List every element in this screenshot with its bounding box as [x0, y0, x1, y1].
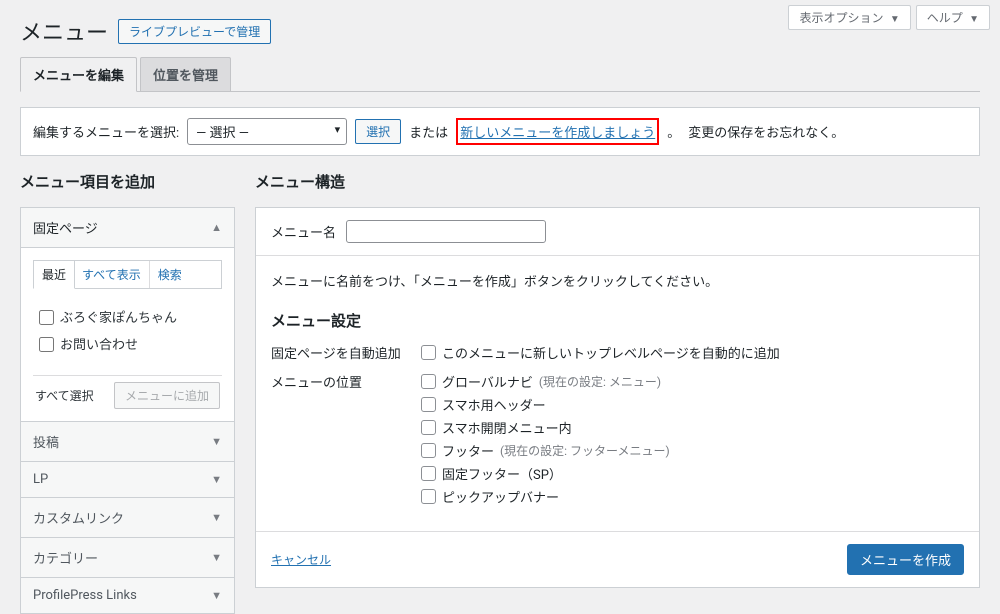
menu-select-value: — 選択 — [196, 126, 249, 141]
live-preview-button[interactable]: ライブプレビューで管理 [118, 19, 271, 44]
accordion-pages[interactable]: 固定ページ ▲ [21, 208, 234, 247]
accordion-category[interactable]: カテゴリー ▼ [21, 538, 234, 577]
auto-add-label: 固定ページを自動追加 [271, 343, 421, 362]
location-checkbox[interactable] [421, 489, 436, 504]
create-menu-button[interactable]: メニューを作成 [847, 544, 964, 575]
screen-options-button[interactable]: 表示オプション ▼ [788, 5, 910, 30]
chevron-down-icon: ▼ [969, 14, 979, 25]
or-text: または [409, 122, 448, 141]
location-checkbox-row[interactable]: グローバルナビ (現在の設定: メニュー) [421, 372, 670, 391]
save-hint: 変更の保存をお忘れなく。 [688, 122, 844, 141]
location-name: グローバルナビ [442, 372, 533, 391]
help-label: ヘルプ [927, 11, 963, 25]
page-checkbox-item[interactable]: お問い合わせ [39, 330, 222, 357]
accordion-posts[interactable]: 投稿 ▼ [21, 422, 234, 461]
auto-add-text: このメニューに新しいトップレベルページを自動的に追加 [442, 343, 780, 362]
create-hint-text: メニューに名前をつけ、「メニューを作成」ボタンをクリックしてください。 [271, 271, 964, 290]
page-checkbox[interactable] [39, 310, 54, 325]
page-checkbox[interactable] [39, 337, 54, 352]
cancel-link[interactable]: キャンセル [271, 551, 331, 568]
location-checkbox-row[interactable]: フッター (現在の設定: フッターメニュー) [421, 441, 670, 460]
chevron-down-icon: ▼ [211, 473, 222, 486]
location-checkbox-row[interactable]: 固定フッター（SP） [421, 464, 670, 483]
menu-settings-heading: メニュー設定 [271, 310, 964, 331]
auto-add-checkbox[interactable] [421, 345, 436, 360]
accordion-pages-label: 固定ページ [33, 218, 98, 237]
select-menu-label: 編集するメニューを選択: [33, 122, 179, 141]
tab-edit-menu[interactable]: メニューを編集 [20, 57, 137, 92]
location-checkbox-row[interactable]: ピックアップバナー [421, 487, 670, 506]
page-item-label: お問い合わせ [60, 334, 138, 353]
screen-options-label: 表示オプション [799, 11, 883, 25]
sidebar-heading: メニュー項目を追加 [20, 171, 235, 192]
menu-name-label: メニュー名 [271, 222, 336, 241]
pages-tab-search[interactable]: 検索 [150, 261, 190, 288]
select-all-link[interactable]: すべて選択 [35, 387, 94, 404]
location-name: 固定フッター（SP） [442, 464, 562, 483]
location-hint: (現在の設定: メニュー) [539, 373, 661, 390]
chevron-down-icon: ▼ [211, 589, 222, 602]
location-checkbox-row[interactable]: スマホ用ヘッダー [421, 395, 670, 414]
accordion-custom-link[interactable]: カスタムリンク ▼ [21, 498, 234, 537]
main-heading: メニュー構造 [255, 171, 980, 192]
location-name: フッター [442, 441, 494, 460]
accordion-custom-link-label: カスタムリンク [33, 508, 124, 527]
page-title: メニュー [20, 15, 108, 47]
pages-tab-recent[interactable]: 最近 [33, 260, 75, 289]
select-button[interactable]: 選択 [355, 119, 401, 144]
accordion-lp[interactable]: LP ▼ [21, 462, 234, 497]
location-name: ピックアップバナー [442, 487, 559, 506]
location-name: スマホ開閉メニュー内 [442, 418, 572, 437]
location-checkbox-row[interactable]: スマホ開閉メニュー内 [421, 418, 670, 437]
location-checkbox[interactable] [421, 420, 436, 435]
help-button[interactable]: ヘルプ ▼ [916, 5, 990, 30]
location-checkbox[interactable] [421, 397, 436, 412]
accordion-category-label: カテゴリー [33, 548, 98, 567]
auto-add-checkbox-row[interactable]: このメニューに新しいトップレベルページを自動的に追加 [421, 343, 780, 362]
select-menu-bar: 編集するメニューを選択: — 選択 — 選択 または 新しいメニューを作成しまし… [20, 107, 980, 156]
menu-select-dropdown[interactable]: — 選択 — [187, 118, 347, 145]
accordion-profilepress[interactable]: ProfilePress Links ▼ [21, 578, 234, 613]
page-item-label: ぶろぐ家ぽんちゃん [60, 307, 177, 326]
location-options: グローバルナビ (現在の設定: メニュー) スマホ用ヘッダー スマホ開閉メニュー… [421, 372, 670, 510]
location-checkbox[interactable] [421, 466, 436, 481]
location-checkbox[interactable] [421, 443, 436, 458]
accordion-profilepress-label: ProfilePress Links [33, 588, 137, 603]
chevron-down-icon: ▼ [211, 435, 222, 448]
chevron-down-icon: ▼ [890, 14, 900, 25]
chevron-down-icon: ▼ [211, 511, 222, 524]
location-hint: (現在の設定: フッターメニュー) [500, 442, 670, 459]
pages-tab-all[interactable]: すべて表示 [74, 261, 150, 288]
accordion-lp-label: LP [33, 472, 48, 487]
location-label: メニューの位置 [271, 372, 421, 391]
create-new-menu-link[interactable]: 新しいメニューを作成しましょう [456, 118, 659, 145]
chevron-up-icon: ▲ [211, 221, 222, 234]
tab-manage-locations[interactable]: 位置を管理 [140, 57, 231, 91]
create-period: 。 [667, 122, 680, 141]
location-name: スマホ用ヘッダー [442, 395, 546, 414]
chevron-down-icon: ▼ [211, 551, 222, 564]
location-checkbox[interactable] [421, 374, 436, 389]
menu-name-input[interactable] [346, 220, 546, 243]
page-checkbox-item[interactable]: ぶろぐ家ぽんちゃん [39, 303, 222, 330]
accordion-posts-label: 投稿 [33, 432, 59, 451]
add-to-menu-button: メニューに追加 [114, 382, 220, 409]
